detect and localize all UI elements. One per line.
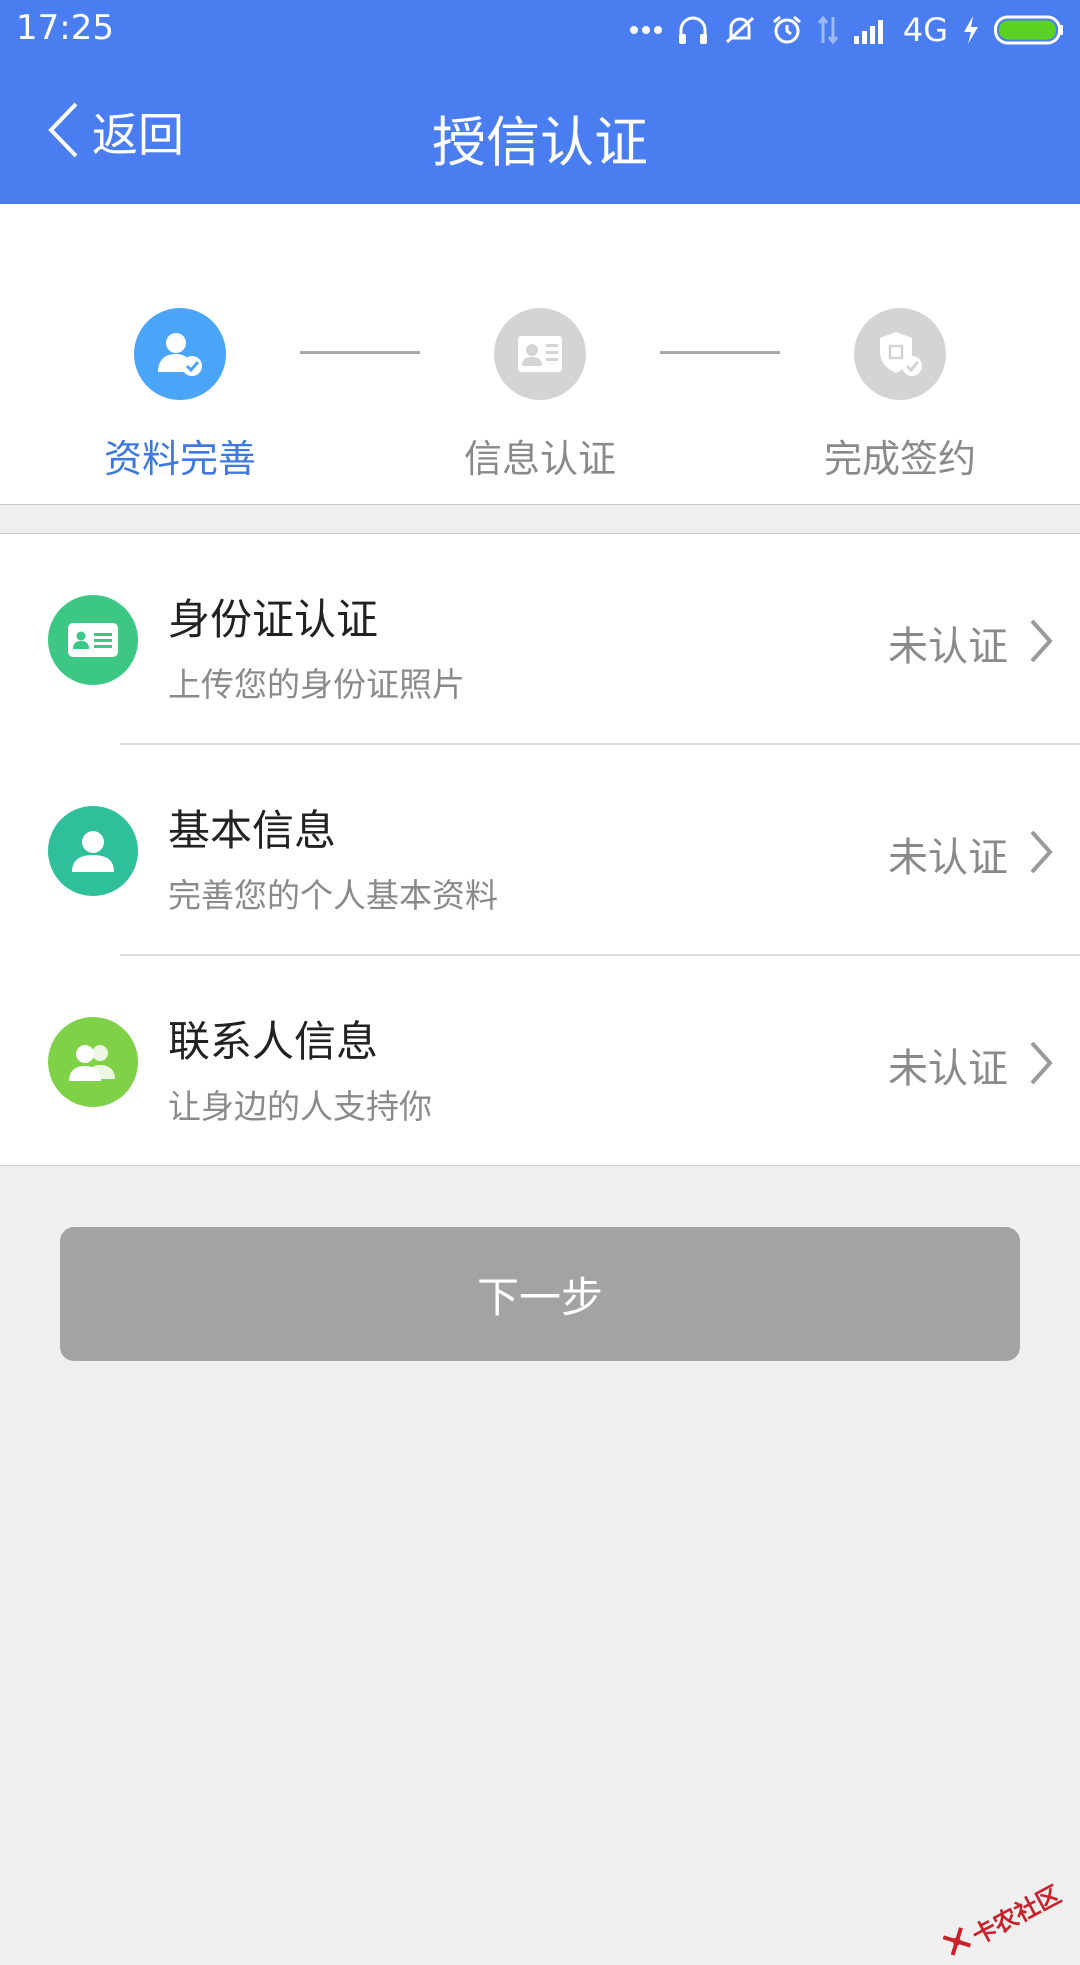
item-title: 联系人信息 (168, 1017, 379, 1066)
status-icons: 4G (629, 11, 1064, 49)
app-header: 17:25 4G 返回 授信认证 (0, 0, 1080, 204)
status-text: 未认证 (888, 1046, 1008, 1092)
item-subtitle: 上传您的身份证照片 (168, 665, 465, 704)
item-title: 身份证认证 (168, 595, 379, 644)
item-subtitle: 让身边的人支持你 (168, 1087, 432, 1126)
step-verify: 信息认证 (410, 308, 670, 483)
id-card-icon (48, 595, 138, 685)
status-text: 未认证 (888, 835, 1008, 881)
step-connector (300, 351, 420, 354)
step-connector (660, 351, 780, 354)
nav-bar: 返回 授信认证 (0, 60, 1080, 204)
watermark-text: 卡农社区 (967, 1880, 1066, 1951)
headset-icon (677, 14, 709, 46)
section-divider (0, 504, 1080, 534)
battery-icon (994, 15, 1064, 45)
alarm-icon (771, 14, 803, 46)
list-item-id-card[interactable]: 身份证认证 上传您的身份证照片 未认证 (0, 534, 1080, 745)
list-item-basic-info[interactable]: 基本信息 完善您的个人基本资料 未认证 (0, 745, 1080, 956)
next-step-button[interactable]: 下一步 (60, 1227, 1020, 1361)
data-arrows-icon (817, 15, 839, 45)
mute-icon (723, 14, 757, 46)
network-type: 4G (902, 11, 948, 49)
chevron-right-icon (1028, 829, 1054, 879)
contacts-icon (48, 1017, 138, 1107)
chevron-right-icon (1028, 618, 1054, 668)
item-title: 基本信息 (168, 806, 337, 855)
watermark: 卡农社区 (938, 1875, 1066, 1965)
step-profile: 资料完善 (50, 308, 310, 483)
charging-icon (962, 15, 980, 45)
status-time: 17:25 (16, 8, 114, 48)
signal-icon (853, 16, 889, 44)
step-indicator: 资料完善 信息认证 完成签约 (0, 204, 1080, 504)
step-label: 信息认证 (463, 437, 616, 481)
verification-list: 身份证认证 上传您的身份证照片 未认证 基本信息 完善您的个人基本资料 未认证 (0, 534, 1080, 1166)
user-check-icon (134, 308, 226, 400)
list-item-contacts[interactable]: 联系人信息 让身边的人支持你 未认证 (0, 956, 1080, 1167)
step-sign: 完成签约 (770, 308, 1030, 483)
status-text: 未认证 (888, 624, 1008, 670)
shield-seal-icon (854, 308, 946, 400)
chevron-right-icon (1028, 1040, 1054, 1090)
more-icon (629, 25, 663, 35)
item-subtitle: 完善您的个人基本资料 (168, 876, 498, 915)
step-label: 完成签约 (823, 437, 976, 481)
status-bar: 17:25 4G (0, 0, 1080, 60)
step-label: 资料完善 (103, 437, 256, 481)
id-card-icon (494, 308, 586, 400)
page-title: 授信认证 (432, 111, 648, 174)
person-icon (48, 806, 138, 896)
